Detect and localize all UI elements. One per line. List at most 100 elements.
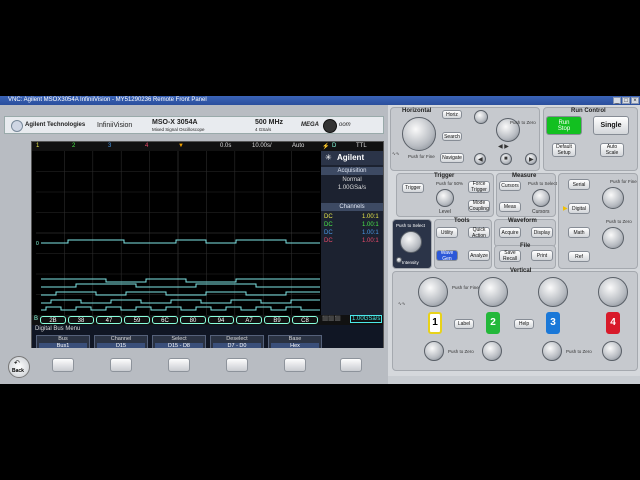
ch1-indicator[interactable]: 1 <box>36 143 39 149</box>
digital-scale-knob[interactable] <box>602 187 624 209</box>
trigger-source[interactable]: D <box>332 143 336 149</box>
menu-title: Digital Bus Menu <box>35 326 81 332</box>
timebase-value[interactable]: 10.00s/ <box>252 143 272 149</box>
horiz-button[interactable]: Horiz <box>442 110 462 119</box>
math-button[interactable]: Math <box>568 227 590 238</box>
save-recall-button[interactable]: Save Recall <box>499 250 521 262</box>
display-button[interactable]: Display <box>531 227 553 238</box>
delay-value[interactable]: 0.0s <box>220 143 231 149</box>
ch3-scale-knob[interactable] <box>538 277 568 307</box>
ch3-button[interactable]: 3 <box>546 312 560 334</box>
softkey-hw-4[interactable] <box>226 358 248 372</box>
auto-scale-button[interactable]: Auto Scale <box>600 143 624 157</box>
bus-value: C8 <box>292 316 318 324</box>
quick-action-button[interactable]: Quick Action <box>468 227 490 239</box>
agilent-brand-text: Agilent <box>337 153 365 162</box>
meas-button[interactable]: Meas <box>499 202 521 212</box>
ch2-position-knob[interactable] <box>482 341 502 361</box>
label-button[interactable]: Label <box>454 319 474 329</box>
utility-button[interactable]: Utility <box>436 227 458 238</box>
run-stop-button[interactable]: Run Stop <box>546 116 582 135</box>
trigger-title: Trigger <box>434 173 455 179</box>
nav-stop-button[interactable]: ■ <box>500 153 512 165</box>
help-button[interactable]: Help <box>514 319 534 329</box>
window-title: VNC: Agilent MSOX3054A InfiniiVision - M… <box>8 97 207 103</box>
serial-button[interactable]: Serial <box>568 179 590 190</box>
ch1-position-knob[interactable] <box>424 341 444 361</box>
channel-1-probe: 1.00:1 <box>362 214 379 220</box>
entry-knob[interactable] <box>400 231 422 253</box>
softkey-hw-2[interactable] <box>110 358 132 372</box>
front-panel-controls: Horizontal ∿∿ Push for Fine Horiz Search… <box>388 105 640 376</box>
acquisition-title: Acquisition <box>321 167 383 175</box>
search-button[interactable]: Search <box>442 132 462 141</box>
ref-button[interactable]: Ref <box>568 251 590 262</box>
close-button[interactable]: × <box>631 97 639 104</box>
ch2-indicator[interactable]: 2 <box>72 143 75 149</box>
ch3-position-knob[interactable] <box>542 341 562 361</box>
digital-position-knob[interactable] <box>602 227 624 249</box>
vertical-push-fine: Push for Fine <box>452 285 479 290</box>
digital-button[interactable]: Digital <box>568 203 590 214</box>
title-bar: VNC: Agilent MSOX3054A InfiniiVision - M… <box>0 96 640 105</box>
trigger-mode[interactable]: Auto <box>292 143 304 149</box>
trigger-level-knob[interactable] <box>436 189 454 207</box>
ch1-button[interactable]: 1 <box>428 312 442 334</box>
measure-title: Measure <box>512 173 537 179</box>
acquire-button[interactable]: Acquire <box>499 227 521 238</box>
bus-value: 2B <box>40 316 66 324</box>
ch3-indicator[interactable]: 3 <box>108 143 111 149</box>
oscilloscope-screen: 1 2 3 4 ▼ 0.0s 10.00s/ Auto ⚡ D TTL 0 ✳ … <box>31 141 384 352</box>
digital-trace-d15 <box>41 239 320 244</box>
file-title: File <box>520 243 531 249</box>
cursors-button[interactable]: Cursors <box>499 181 521 191</box>
trigger-button[interactable]: Trigger <box>402 183 424 193</box>
bus-value: 6C <box>152 316 178 324</box>
vertical-wave-icon: ∿∿ <box>398 301 406 306</box>
ch4-indicator[interactable]: 4 <box>145 143 148 149</box>
single-button[interactable]: Single <box>593 116 629 135</box>
softkey-hw-3[interactable] <box>168 358 190 372</box>
channel-2-probe: 1.00:1 <box>362 222 379 228</box>
nav-forward-button[interactable]: ▶ <box>525 153 537 165</box>
bus-value: 47 <box>96 316 122 324</box>
softkey-hw-6[interactable] <box>340 358 362 372</box>
model-label: MSO-X 3054A <box>152 119 198 126</box>
cursors-knob[interactable] <box>532 189 550 207</box>
nav-back-button[interactable]: ◀ <box>474 153 486 165</box>
ch2-button[interactable]: 2 <box>486 312 500 334</box>
digital-trace-d11 <box>41 299 320 304</box>
ch4-scale-knob[interactable] <box>598 277 628 307</box>
ch4-position-knob[interactable] <box>602 341 622 361</box>
trigger-level-label: Level <box>439 209 451 215</box>
ch4-button[interactable]: 4 <box>606 312 620 334</box>
horizontal-scale-knob[interactable] <box>402 117 436 151</box>
agilent-spark-icon-small: ✳ <box>325 153 332 162</box>
analyze-button[interactable]: Analyze <box>468 250 490 261</box>
mode-coupling-button[interactable]: Mode Coupling <box>468 200 490 212</box>
cursors-knob-label: Cursors <box>532 209 550 215</box>
intensity-label: Intensity <box>402 260 419 265</box>
horizontal-push-fine: Push for Fine <box>408 154 435 159</box>
d15-label: 0 <box>36 241 39 247</box>
acquisition-rate: 1.00GSa/s <box>337 185 367 191</box>
softkey-hw-5[interactable] <box>284 358 306 372</box>
default-setup-button[interactable]: Default Setup <box>552 143 576 157</box>
print-button[interactable]: Print <box>531 250 553 261</box>
trigger-level-type[interactable]: TTL <box>356 143 367 149</box>
horizontal-title: Horizontal <box>402 108 432 114</box>
channel-3-probe: 1.00:1 <box>362 230 379 236</box>
navigate-button[interactable]: Navigate <box>440 153 464 163</box>
wave-gen-button[interactable]: Wave Gen <box>436 250 458 262</box>
intensity-button[interactable] <box>396 257 402 263</box>
softkey-hw-1[interactable] <box>52 358 74 372</box>
maximize-button[interactable]: □ <box>622 97 630 104</box>
back-button[interactable]: ↶ Back <box>8 356 30 378</box>
zoom-icon-button[interactable] <box>474 110 488 124</box>
force-trigger-button[interactable]: Force Trigger <box>468 181 490 193</box>
bus-value: 94 <box>208 316 234 324</box>
ch1-scale-knob[interactable] <box>418 277 448 307</box>
channel-4-probe: 1.00:1 <box>362 238 379 244</box>
ch2-scale-knob[interactable] <box>478 277 508 307</box>
minimize-button[interactable]: _ <box>613 97 621 104</box>
